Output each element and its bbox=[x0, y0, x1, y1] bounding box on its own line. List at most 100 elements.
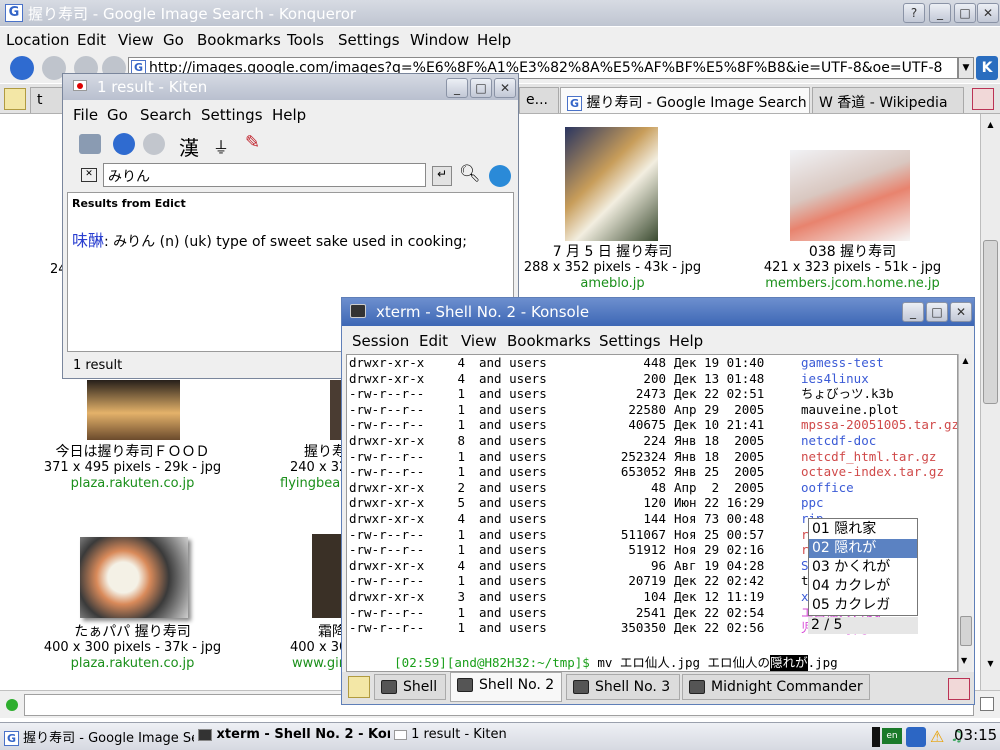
cell-n: 1 bbox=[457, 448, 465, 464]
enter-icon[interactable]: ↵ bbox=[432, 166, 452, 186]
result-thumbnail-6[interactable] bbox=[312, 534, 342, 618]
terminal-row: -rw-r--r--1and users350350Дек 22 02:56児雷… bbox=[349, 620, 869, 636]
kiten-menu-search[interactable]: Search bbox=[140, 106, 192, 124]
terminal-scrollbar[interactable]: ▲ ▼ bbox=[958, 354, 972, 672]
cell-date: Дек 22 02:42 bbox=[674, 573, 765, 589]
tab-shell-no-3[interactable]: Shell No. 3 bbox=[566, 674, 680, 700]
menu-go[interactable]: Go bbox=[163, 31, 184, 49]
menu-help[interactable]: Help bbox=[477, 31, 511, 49]
ime-candidate-2[interactable]: 02 隠れが bbox=[809, 539, 917, 558]
scroll-down-icon[interactable]: ▼ bbox=[984, 659, 997, 673]
result-thumbnail-2[interactable] bbox=[790, 150, 910, 241]
menu-bookmarks[interactable]: Bookmarks bbox=[197, 31, 281, 49]
kanji-browser-button[interactable]: 漢 bbox=[179, 132, 199, 161]
cell-size: 200 bbox=[643, 370, 666, 386]
kiten-maximize-button[interactable]: □ bbox=[470, 78, 492, 98]
kiten-close-button[interactable]: ✕ bbox=[494, 78, 516, 98]
back-icon[interactable] bbox=[10, 56, 34, 80]
cell-owner: and users bbox=[479, 464, 547, 480]
cell-perm: -rw-r--r-- bbox=[349, 542, 425, 558]
cell-size: 20719 bbox=[628, 573, 666, 589]
input-method-tray-icon[interactable]: en bbox=[882, 728, 902, 744]
scrollbar-thumb[interactable] bbox=[983, 240, 998, 404]
ime-candidate-4[interactable]: 04 カクレが bbox=[809, 577, 917, 596]
scroll-up-icon[interactable]: ▲ bbox=[959, 356, 972, 365]
close-button[interactable]: ✕ bbox=[977, 3, 999, 23]
terminal-row: -rw-r--r-- 1 and users 653052 Янв 25 2005 oct… bbox=[349, 464, 944, 480]
terminal-row: drwxr-xr-x 4 and users 448 Дек 19 01:40 games… bbox=[349, 355, 884, 371]
minimize-button[interactable]: _ bbox=[929, 3, 951, 23]
tab-1[interactable]: t bbox=[30, 87, 64, 113]
print-icon[interactable] bbox=[79, 134, 101, 154]
menu-tools[interactable]: Tools bbox=[287, 31, 324, 49]
menu-view[interactable]: View bbox=[118, 31, 154, 49]
new-session-icon[interactable] bbox=[348, 676, 370, 698]
result-thumbnail-5[interactable] bbox=[80, 537, 188, 618]
konsole-minimize-button[interactable]: _ bbox=[902, 302, 924, 322]
kiten-minimize-button[interactable]: _ bbox=[446, 78, 468, 98]
kiten-menu-settings[interactable]: Settings bbox=[201, 106, 263, 124]
konsole-menu-settings[interactable]: Settings bbox=[599, 332, 661, 350]
konsole-close-button[interactable]: ✕ bbox=[950, 302, 972, 322]
tab-midnight-commander[interactable]: Midnight Commander bbox=[682, 674, 870, 700]
cell-owner: and users bbox=[479, 495, 547, 511]
konsole-menu-help[interactable]: Help bbox=[669, 332, 703, 350]
entry-word[interactable]: 味醂 bbox=[72, 231, 104, 250]
search-in-results-icon[interactable] bbox=[489, 165, 511, 187]
new-tab-icon[interactable] bbox=[4, 88, 26, 110]
ime-candidate-1[interactable]: 01 隠れ家 bbox=[809, 520, 917, 539]
clear-search-icon[interactable]: ✕ bbox=[81, 168, 97, 182]
konsole-maximize-button[interactable]: □ bbox=[926, 302, 948, 322]
konsole-titlebar[interactable]: xterm - Shell No. 2 - Konsole _ □ ✕ bbox=[342, 298, 974, 326]
help-window-button[interactable]: ? bbox=[903, 3, 925, 23]
konsole-menu-view[interactable]: View bbox=[461, 332, 497, 350]
tab-2[interactable]: e... bbox=[519, 87, 559, 113]
konsole-menu-edit[interactable]: Edit bbox=[419, 332, 448, 350]
menu-edit[interactable]: Edit bbox=[77, 31, 106, 49]
tab-shell[interactable]: Shell bbox=[374, 674, 446, 700]
menu-window[interactable]: Window bbox=[410, 31, 469, 49]
task-kiten[interactable]: 1 result - Kiten bbox=[394, 727, 524, 749]
scroll-down-icon[interactable]: ▼ bbox=[961, 656, 967, 665]
back-icon[interactable] bbox=[113, 133, 135, 155]
konqueror-titlebar[interactable]: G 握り寿司 - Google Image Search - Konqueror… bbox=[0, 0, 1000, 26]
cell-perm: drwxr-xr-x bbox=[349, 479, 425, 495]
warning-tray-icon[interactable]: ⚠ bbox=[930, 727, 946, 747]
status-checkbox[interactable] bbox=[980, 697, 994, 711]
terminal-row: -rw-r--r--1and users2541Дек 22 02:54エロ仙人… bbox=[349, 605, 881, 621]
konsole-menu-session[interactable]: Session bbox=[352, 332, 409, 350]
tab-shell-no-2[interactable]: Shell No. 2 bbox=[450, 672, 562, 702]
scrollbar-thumb[interactable] bbox=[960, 616, 972, 646]
konsole-menu-bookmarks[interactable]: Bookmarks bbox=[507, 332, 591, 350]
status-green-icon bbox=[6, 699, 18, 711]
forward-icon[interactable] bbox=[143, 133, 165, 155]
close-tab-icon[interactable] bbox=[972, 88, 994, 110]
task-konsole[interactable]: xterm - Shell No. 2 - Kon bbox=[198, 727, 390, 749]
tab-google-image-search[interactable]: G 握り寿司 - Google Image Search bbox=[560, 87, 810, 113]
konqueror-vertical-scrollbar[interactable]: ▲ ▼ bbox=[980, 114, 1000, 690]
menu-settings[interactable]: Settings bbox=[338, 31, 400, 49]
search-icon[interactable]: 🔍︎ bbox=[459, 164, 481, 186]
scroll-up-icon[interactable]: ▲ bbox=[984, 120, 997, 134]
filter-icon[interactable]: ⏚ bbox=[211, 134, 231, 157]
clock[interactable]: 03:15 bbox=[954, 726, 997, 744]
ime-candidate-5[interactable]: 05 カクレガ bbox=[809, 596, 917, 615]
result-thumbnail-1[interactable] bbox=[565, 127, 658, 241]
menu-location[interactable]: Location bbox=[6, 31, 69, 49]
tab-wikipedia[interactable]: W 香道 - Wikipedia bbox=[812, 87, 964, 113]
kiten-search-input[interactable]: みりん bbox=[103, 163, 426, 187]
kiten-menu-go[interactable]: Go bbox=[107, 106, 128, 124]
highlighter-icon[interactable]: ✎ bbox=[245, 132, 267, 154]
cell-date: Авг 19 04:28 bbox=[674, 557, 765, 573]
kiten-menu-file[interactable]: File bbox=[73, 106, 98, 124]
maximize-button[interactable]: □ bbox=[954, 3, 976, 23]
result-thumbnail-3[interactable] bbox=[87, 380, 180, 440]
ime-candidate-3[interactable]: 03 かくれが bbox=[809, 558, 917, 577]
url-history-dropdown[interactable]: ▼ bbox=[958, 57, 974, 79]
cell-perm: -rw-r--r-- bbox=[349, 464, 425, 480]
close-session-icon[interactable] bbox=[948, 678, 970, 700]
kiten-menu-help[interactable]: Help bbox=[272, 106, 306, 124]
network-tray-icon[interactable] bbox=[906, 727, 926, 747]
kiten-titlebar[interactable]: 1 result - Kiten _ □ ✕ bbox=[63, 74, 518, 100]
task-konqueror[interactable]: G 握り寿司 - Google Image Se bbox=[4, 727, 194, 749]
